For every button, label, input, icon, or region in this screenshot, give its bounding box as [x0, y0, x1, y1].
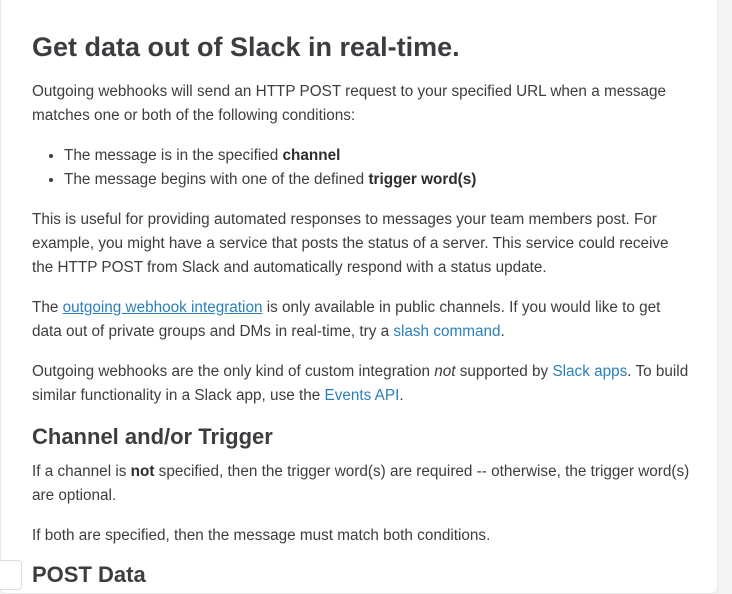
- slack-apps-link[interactable]: Slack apps: [552, 363, 627, 380]
- side-tab[interactable]: [0, 560, 22, 590]
- not-emphasis: not: [434, 363, 456, 380]
- list-item: The message is in the specified channel: [64, 144, 692, 168]
- post-data-heading: POST Data: [32, 562, 146, 587]
- channel-trigger-paragraph: If a channel is not specified, then the …: [32, 463, 690, 504]
- trigger-words-term: trigger word(s): [368, 171, 477, 188]
- slash-command-link[interactable]: slash command: [393, 323, 500, 340]
- slack-apps-paragraph: Outgoing webhooks are the only kind of c…: [32, 363, 689, 404]
- outgoing-webhook-integration-link[interactable]: outgoing webhook integration: [63, 299, 263, 316]
- useful-paragraph: This is useful for providing automated r…: [32, 211, 669, 276]
- channel-term: channel: [282, 147, 341, 164]
- intro-paragraph: Outgoing webhooks will send an HTTP POST…: [32, 83, 667, 124]
- events-api-link[interactable]: Events API: [325, 387, 400, 404]
- not-bold: not: [130, 463, 155, 480]
- conditions-list: The message is in the specified channel …: [32, 144, 692, 192]
- both-conditions-paragraph: If both are specified, then the message …: [32, 527, 491, 544]
- availability-paragraph: The outgoing webhook integration is only…: [32, 299, 661, 340]
- list-item: The message begins with one of the defin…: [64, 168, 692, 192]
- channel-trigger-heading: Channel and/or Trigger: [32, 424, 273, 449]
- page-title: Get data out of Slack in real-time.: [32, 32, 460, 62]
